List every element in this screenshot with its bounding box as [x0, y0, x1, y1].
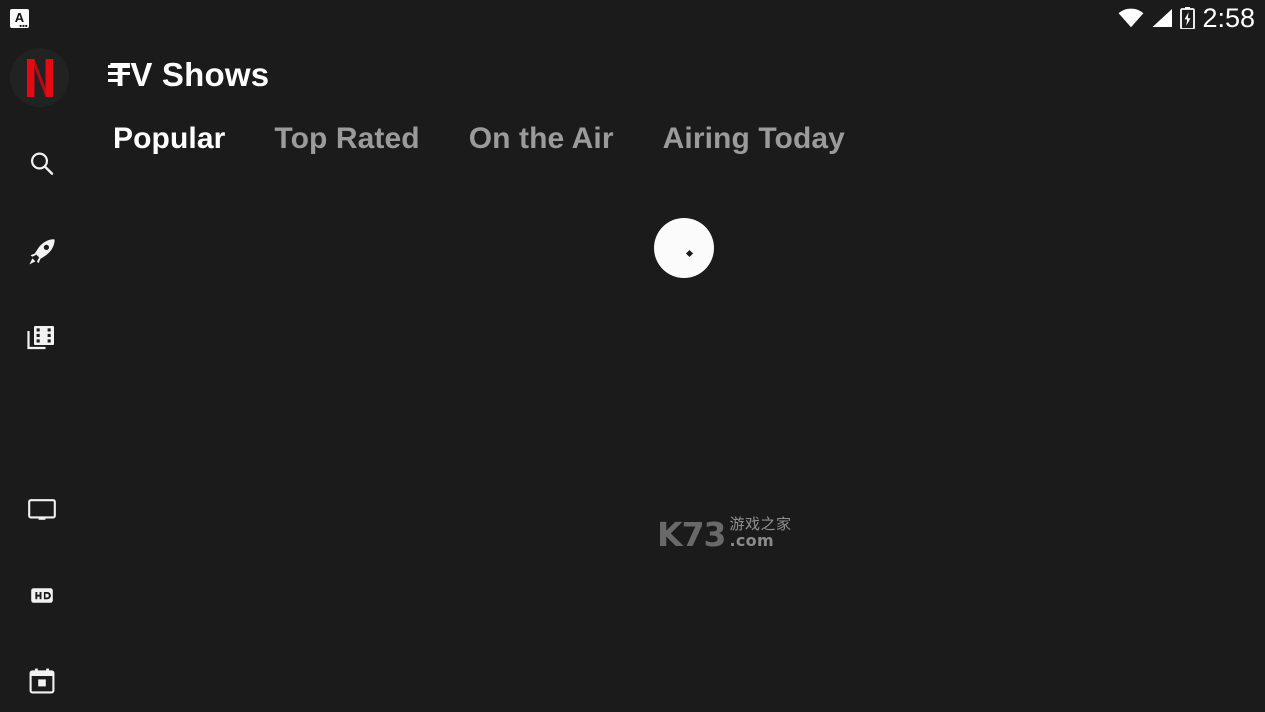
app-root: A ■■■ 2:58 TV Shows Popular Top Rated On… [0, 0, 1265, 712]
tab-airing-today[interactable]: Airing Today [639, 122, 870, 155]
page-header: TV Shows [108, 44, 270, 104]
notification-subglyph: ■■■ [19, 22, 28, 28]
tv-icon [28, 499, 56, 520]
netflix-logo[interactable] [10, 48, 69, 107]
sidebar-item-movies[interactable] [0, 311, 88, 363]
netflix-n-glyph [26, 58, 53, 97]
notification-glyph: A [14, 9, 25, 25]
sidebar [0, 0, 88, 712]
menu-line-2 [108, 71, 130, 75]
film-strip-icon [27, 326, 54, 350]
watermark-domain: .com [729, 530, 774, 550]
tab-top-rated[interactable]: Top Rated [250, 122, 444, 155]
tab-popular[interactable]: Popular [113, 122, 250, 155]
spinner-pip [685, 249, 694, 258]
watermark-text: 游戏之家 .com [729, 516, 792, 550]
hamburger-menu-icon[interactable] [108, 64, 130, 82]
status-bar-left: A ■■■ [10, 8, 29, 28]
rocket-icon [29, 239, 55, 265]
hd-icon [31, 588, 53, 603]
tab-bar: Popular Top Rated On the Air Airing Toda… [113, 122, 870, 155]
sidebar-item-tvshows[interactable] [0, 483, 88, 535]
sidebar-item-trending[interactable] [0, 226, 88, 278]
calendar-icon [29, 668, 55, 694]
search-icon [30, 152, 54, 175]
menu-line-3 [108, 78, 122, 82]
sidebar-item-search[interactable] [0, 138, 88, 190]
watermark: K73 游戏之家 .com [657, 515, 792, 555]
cellular-signal-icon [1151, 8, 1173, 28]
battery-charging-icon [1180, 7, 1196, 29]
watermark-logo: K73 [657, 515, 726, 555]
wifi-icon [1118, 8, 1144, 28]
letter-a-notification-icon: A ■■■ [10, 8, 29, 28]
loading-spinner [654, 218, 714, 278]
status-bar: A ■■■ 2:58 [0, 0, 1265, 36]
status-bar-clock: 2:58 [1202, 2, 1255, 33]
menu-line-1 [108, 64, 130, 68]
content-area: K73 游戏之家 .com [88, 180, 1265, 712]
page-title: TV Shows [110, 55, 270, 93]
title-wrap: TV Shows [108, 55, 270, 93]
status-bar-right: 2:58 [1118, 2, 1257, 33]
sidebar-item-hd[interactable] [0, 569, 88, 621]
sidebar-item-calendar[interactable] [0, 655, 88, 707]
tab-on-the-air[interactable]: On the Air [445, 122, 639, 155]
